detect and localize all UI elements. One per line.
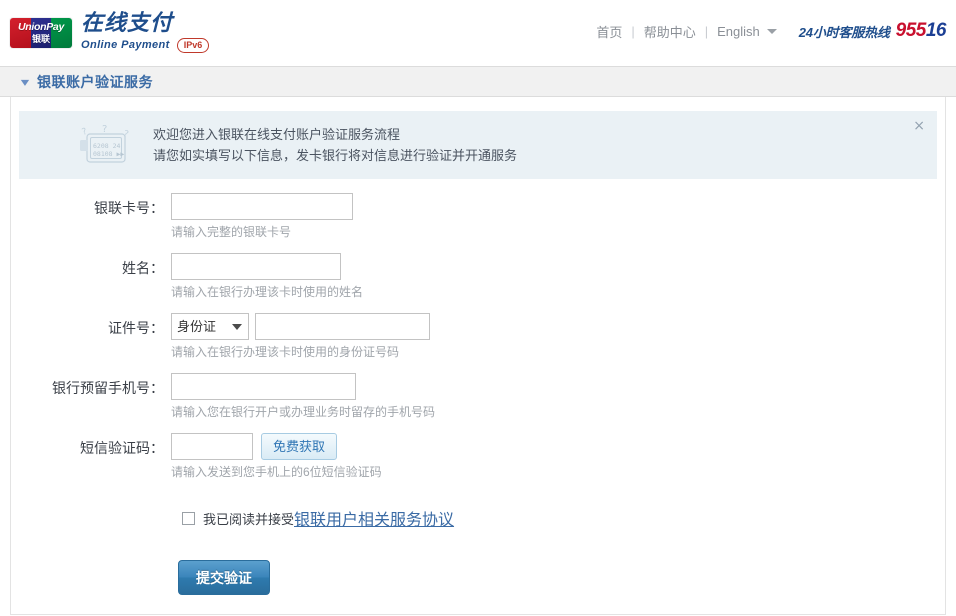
- id-number-controls: 身份证: [171, 313, 945, 340]
- id-number-input[interactable]: [255, 313, 430, 340]
- hotline-number-red: 955: [896, 20, 926, 41]
- logo-wordmark-en: UnionPay: [18, 22, 64, 33]
- nav-link-language[interactable]: English: [717, 24, 760, 39]
- svg-text:6208 24: 6208 24: [93, 142, 120, 150]
- label-id-number: 证件号：: [11, 313, 171, 373]
- hint-name: 请输入在银行办理该卡时使用的姓名: [171, 284, 945, 300]
- submit-verification-button[interactable]: 提交验证: [178, 560, 270, 595]
- content-panel: 6208 24 08108 ▶▶ ? ? ? 欢迎您进入银联在线支付账户验证服务…: [10, 97, 946, 615]
- nav-separator-2: |: [705, 24, 708, 39]
- card-number-input[interactable]: [171, 193, 353, 220]
- site-header: UnionPay 银联 在线支付 Online Payment IPv6 首页 …: [0, 0, 956, 66]
- section-header-bar[interactable]: ▾ 银联账户验证服务: [0, 66, 956, 97]
- notice-line-1: 欢迎您进入银联在线支付账户验证服务流程: [153, 124, 517, 145]
- page-root: UnionPay 银联 在线支付 Online Payment IPv6 首页 …: [0, 0, 956, 616]
- credit-card-question-svg: 6208 24 08108 ▶▶ ? ? ?: [77, 123, 139, 167]
- brand-title-cn: 在线支付: [81, 13, 209, 35]
- brand-logo[interactable]: UnionPay 银联 在线支付 Online Payment IPv6: [10, 13, 209, 53]
- unionpay-logo-icon: UnionPay 银联: [10, 18, 72, 48]
- agreement-checkbox[interactable]: [182, 512, 195, 525]
- hotline-number: 95516: [896, 20, 946, 42]
- form-row-name: 姓名： 请输入在银行办理该卡时使用的姓名: [11, 253, 945, 313]
- agreement-text: 我已阅读并接受: [203, 509, 294, 528]
- submit-row: 提交验证: [178, 560, 945, 595]
- hotline-number-blue: 16: [926, 20, 946, 41]
- notice-line-2: 请您如实填写以下信息，发卡银行将对信息进行验证并开通服务: [153, 145, 517, 166]
- brand-text: 在线支付 Online Payment IPv6: [81, 13, 209, 53]
- ipv6-badge: IPv6: [177, 38, 210, 53]
- nav-separator-1: |: [631, 24, 634, 39]
- close-icon[interactable]: ×: [913, 119, 925, 133]
- form-row-card-number: 银联卡号： 请输入完整的银联卡号: [11, 193, 945, 253]
- label-name: 姓名：: [11, 253, 171, 313]
- phone-input[interactable]: [171, 373, 356, 400]
- form-row-phone: 银行预留手机号： 请输入您在银行开户或办理业务时留存的手机号码: [11, 373, 945, 433]
- verification-form: 银联卡号： 请输入完整的银联卡号 姓名： 请输入在银行办理该卡时使用的姓名 证件…: [11, 193, 945, 595]
- form-row-sms-code: 短信验证码： 免费获取 请输入发送到您手机上的6位短信验证码: [11, 433, 945, 493]
- field-id-number: 身份证 请输入在银行办理该卡时使用的身份证号码: [171, 313, 945, 373]
- label-sms-code: 短信验证码：: [11, 433, 171, 493]
- notice-text: 欢迎您进入银联在线支付账户验证服务流程 请您如实填写以下信息，发卡银行将对信息进…: [153, 124, 517, 166]
- field-card-number: 请输入完整的银联卡号: [171, 193, 945, 253]
- svg-text:?: ?: [102, 124, 107, 135]
- svg-text:?: ?: [122, 129, 130, 140]
- hotline-label: 24小时客服热线: [799, 22, 890, 41]
- label-card-number: 银联卡号：: [11, 193, 171, 253]
- name-input[interactable]: [171, 253, 341, 280]
- agreement-link[interactable]: 银联用户相关服务协议: [294, 506, 454, 530]
- hint-id-number: 请输入在银行办理该卡时使用的身份证号码: [171, 344, 945, 360]
- get-sms-code-button[interactable]: 免费获取: [261, 433, 337, 460]
- chevron-down-icon[interactable]: [767, 29, 777, 34]
- logo-wordmark-cn: 银联: [32, 34, 50, 44]
- id-type-select[interactable]: 身份证: [171, 313, 249, 340]
- logo-wordmark: UnionPay 银联: [10, 18, 72, 48]
- nav-link-home[interactable]: 首页: [596, 22, 622, 41]
- agreement-row: 我已阅读并接受银联用户相关服务协议: [178, 506, 945, 530]
- brand-title-en: Online Payment: [81, 40, 170, 51]
- sms-code-controls: 免费获取: [171, 433, 945, 460]
- hint-card-number: 请输入完整的银联卡号: [171, 224, 945, 240]
- hint-sms-code: 请输入发送到您手机上的6位短信验证码: [171, 464, 945, 480]
- field-name: 请输入在银行办理该卡时使用的姓名: [171, 253, 945, 313]
- field-phone: 请输入您在银行开户或办理业务时留存的手机号码: [171, 373, 945, 433]
- page-title: 银联账户验证服务: [37, 72, 153, 92]
- credit-card-question-icon: 6208 24 08108 ▶▶ ? ? ?: [77, 123, 139, 167]
- top-navigation: 首页 | 帮助中心 | English 24小时客服热线 95516: [596, 20, 946, 42]
- svg-text:?: ?: [81, 127, 89, 138]
- svg-text:08108 ▶▶: 08108 ▶▶: [93, 150, 124, 158]
- nav-link-help-center[interactable]: 帮助中心: [644, 22, 696, 41]
- form-row-id-number: 证件号： 身份证 请输入在银行办理该卡时使用的身份证号码: [11, 313, 945, 373]
- field-sms-code: 免费获取 请输入发送到您手机上的6位短信验证码: [171, 433, 945, 493]
- label-phone: 银行预留手机号：: [11, 373, 171, 433]
- sms-code-input[interactable]: [171, 433, 253, 460]
- brand-subtitle-row: Online Payment IPv6: [81, 38, 209, 53]
- hint-phone: 请输入您在银行开户或办理业务时留存的手机号码: [171, 404, 945, 420]
- notice-banner: 6208 24 08108 ▶▶ ? ? ? 欢迎您进入银联在线支付账户验证服务…: [19, 111, 937, 179]
- id-type-select-wrap: 身份证: [171, 313, 249, 340]
- chevron-down-icon[interactable]: ▾: [21, 75, 29, 89]
